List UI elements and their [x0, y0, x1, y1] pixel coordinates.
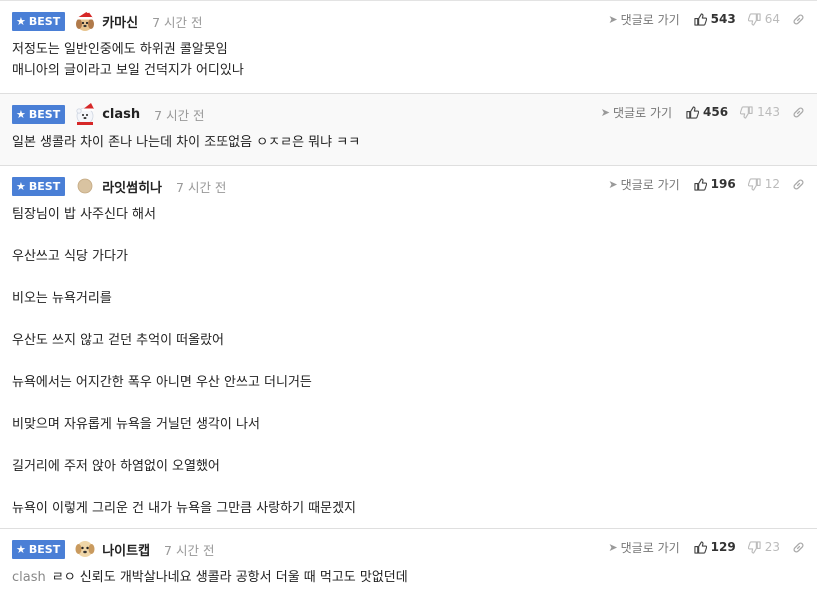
comment-text: ㄹㅇ 신뢰도 개박살나네요 생콜라 공항서 더울 때 먹고도 맛없던데 [51, 570, 408, 585]
send-arrow-icon: ➤ [608, 540, 618, 554]
comment-line: 길거리에 주저 앉아 하염없이 오열했어 [12, 459, 220, 474]
comment-item: ★ BEST 나이트캡 7 시간 전 ➤ 댓글로 가기 129 23 clash ㄹㅇ… [0, 529, 817, 601]
reply-link[interactable]: ➤ 댓글로 가기 [608, 176, 679, 193]
comment-body: 일본 생콜라 차이 존나 나는데 차이 조또없음 ㅇㅈㄹ은 뭐냐 ㅋㅋ [12, 132, 807, 153]
mention-link[interactable]: clash [12, 570, 46, 585]
puppy-icon[interactable] [74, 538, 96, 560]
polar-bear-santa-icon[interactable] [74, 103, 96, 125]
comment-body: clash ㄹㅇ 신뢰도 개박살나네요 생콜라 공항서 더울 때 먹고도 맛없던데 [12, 567, 807, 588]
nickname[interactable]: clash [102, 107, 140, 122]
thumbs-up-icon [694, 177, 707, 191]
thumbs-up-icon [694, 12, 707, 26]
comment-line: 팀장님이 밥 사주신다 해서 [12, 207, 156, 222]
nickname[interactable]: 라잇썸히나 [102, 177, 162, 196]
comment-line: clash ㄹㅇ 신뢰도 개박살나네요 생콜라 공항서 더울 때 먹고도 맛없던데 [12, 567, 807, 588]
send-arrow-icon: ➤ [608, 12, 618, 26]
best-badge: ★ BEST [12, 104, 66, 124]
timestamp: 7 시간 전 [152, 14, 203, 30]
comment-line: 뉴욕에서는 어지간한 폭우 아니면 우산 안쓰고 더니거든 [12, 375, 312, 390]
reply-link[interactable]: ➤ 댓글로 가기 [608, 539, 679, 556]
send-arrow-icon: ➤ [600, 105, 611, 119]
comment-body: 팀장님이 밥 사주신다 해서 우산쓰고 식당 가다가 비오는 뉴욕거리를 우산도… [12, 204, 807, 519]
comment-line: 매니아의 글이라고 보일 건덕지가 어디있나 [12, 63, 244, 78]
upvote-button[interactable]: 196 [694, 177, 736, 191]
comment-line: 비오는 뉴욕거리를 [12, 291, 112, 306]
downvote-button[interactable]: 12 [747, 177, 780, 191]
link-icon[interactable] [792, 178, 805, 191]
comment-item: ★ BEST clash 7 시간 전 ➤ 댓글로 가기 456 143 일본 생콜… [0, 94, 817, 166]
thumbs-down-icon [747, 12, 761, 26]
comment-line: 저정도는 일반인중에도 하위권 콜알못임 [12, 42, 228, 57]
nickname[interactable]: 카마신 [102, 12, 138, 31]
beige-circle-icon[interactable] [74, 175, 96, 197]
comment-line: 뉴욕이 이렇게 그리운 건 내가 뉴욕을 그만큼 사랑하기 때문겠지 [12, 501, 357, 516]
comment-line: 비맞으며 자유롭게 뉴욕을 거닐던 생각이 나서 [12, 417, 260, 432]
comment-actions: ➤ 댓글로 가기 456 143 [601, 103, 805, 121]
upvote-button[interactable]: 129 [694, 540, 736, 554]
thumbs-up-icon [686, 105, 700, 119]
comment-list: ★ BEST 카마신 7 시간 전 ➤ 댓글로 가기 543 64 저정도는 일반인… [0, 0, 817, 601]
best-badge: ★ BEST [12, 11, 66, 31]
comment-line: 우산쓰고 식당 가다가 [12, 249, 128, 264]
comment-item: ★ BEST 카마신 7 시간 전 ➤ 댓글로 가기 543 64 저정도는 일반인… [0, 1, 817, 94]
comment-actions: ➤ 댓글로 가기 129 23 [608, 538, 805, 556]
comment-item: ★ BEST 라잇썸히나 7 시간 전 ➤ 댓글로 가기 196 12 팀장님이 밥… [0, 166, 817, 529]
downvote-button[interactable]: 143 [740, 105, 780, 119]
comment-actions: ➤ 댓글로 가기 196 12 [608, 175, 805, 193]
reply-link[interactable]: ➤ 댓글로 가기 [601, 104, 672, 121]
comment-actions: ➤ 댓글로 가기 543 64 [608, 10, 805, 28]
upvote-button[interactable]: 543 [694, 12, 736, 26]
nickname[interactable]: 나이트캡 [102, 540, 150, 559]
timestamp: 7 시간 전 [154, 107, 205, 123]
thumbs-down-icon [747, 540, 761, 554]
thumbs-up-icon [694, 540, 707, 554]
best-badge: ★ BEST [12, 539, 66, 559]
comment-body: 저정도는 일반인중에도 하위권 콜알못임 매니아의 글이라고 보일 건덕지가 어… [12, 39, 807, 81]
reply-link[interactable]: ➤ 댓글로 가기 [608, 11, 679, 28]
star-icon: ★ [16, 14, 26, 28]
thumbs-down-icon [747, 177, 761, 191]
downvote-button[interactable]: 23 [747, 540, 780, 554]
downvote-button[interactable]: 64 [747, 12, 780, 26]
send-arrow-icon: ➤ [608, 177, 618, 191]
star-icon: ★ [16, 107, 26, 121]
comment-line: 일본 생콜라 차이 존나 나는데 차이 조또없음 ㅇㅈㄹ은 뭐냐 ㅋㅋ [12, 135, 361, 150]
link-icon[interactable] [792, 13, 805, 26]
thumbs-down-icon [740, 105, 753, 119]
timestamp: 7 시간 전 [164, 542, 215, 558]
star-icon: ★ [16, 179, 26, 193]
star-icon: ★ [16, 542, 26, 556]
upvote-button[interactable]: 456 [686, 105, 728, 119]
link-icon[interactable] [792, 541, 805, 554]
timestamp: 7 시간 전 [176, 179, 227, 195]
best-badge: ★ BEST [12, 176, 66, 196]
puppy-santa-icon[interactable] [74, 10, 96, 32]
link-icon[interactable] [792, 106, 805, 119]
comment-line: 우산도 쓰지 않고 걷던 추억이 떠올랐어 [12, 333, 225, 348]
